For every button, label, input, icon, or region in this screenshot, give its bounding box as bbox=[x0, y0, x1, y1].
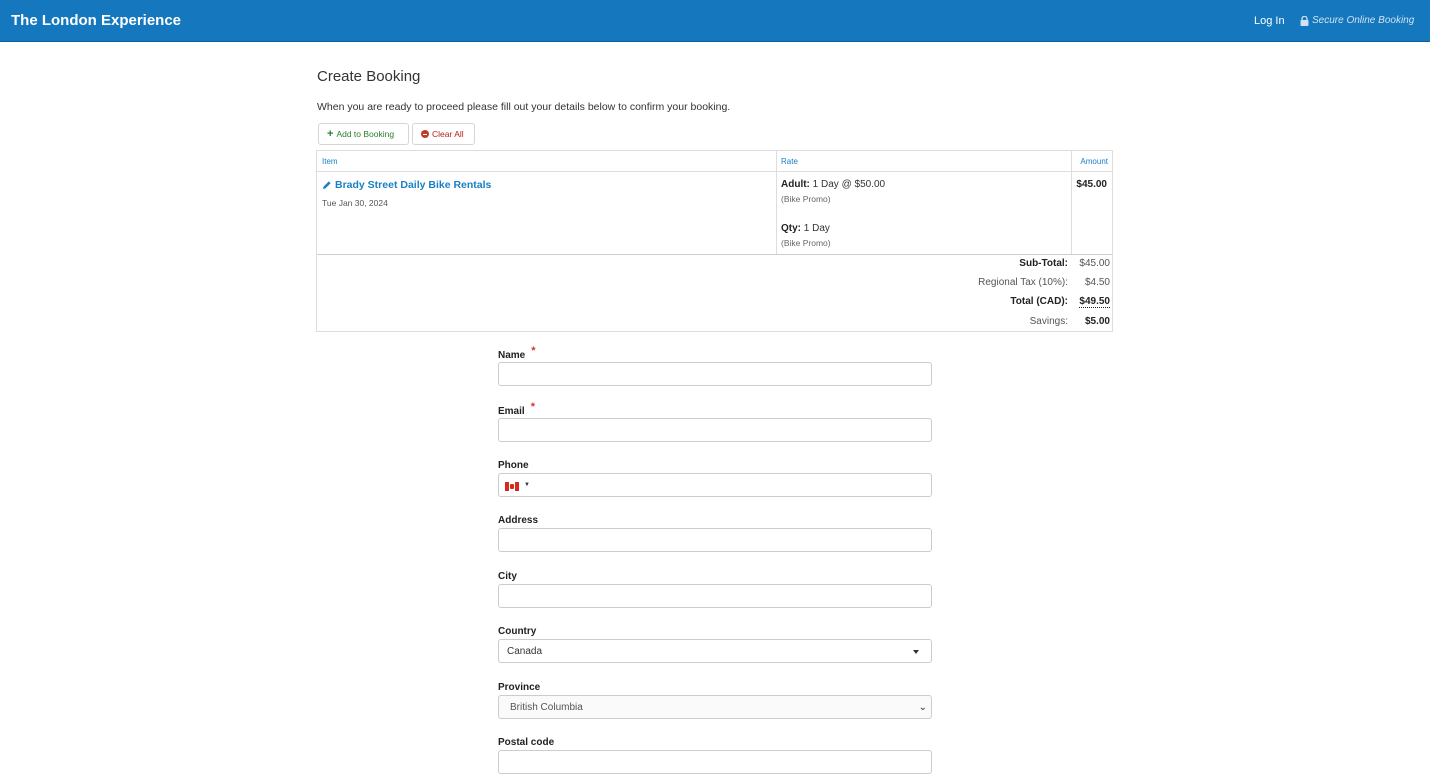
canada-flag-icon[interactable] bbox=[505, 482, 519, 491]
country-label: Country bbox=[498, 626, 537, 637]
minus-circle-icon bbox=[421, 130, 429, 138]
clear-all-button[interactable]: Clear All bbox=[412, 123, 475, 145]
rate-qty-note: (Bike Promo) bbox=[781, 238, 831, 248]
country-code-dropdown-icon[interactable]: ▼ bbox=[524, 482, 530, 488]
email-input[interactable] bbox=[498, 418, 932, 442]
rate-adult: Adult: 1 Day @ $50.00 bbox=[781, 179, 885, 190]
item-amount: $45.00 bbox=[1076, 179, 1107, 190]
phone-label: Phone bbox=[498, 460, 529, 471]
rate-qty-label: Qty: bbox=[781, 223, 801, 234]
country-select[interactable]: Canada bbox=[498, 639, 932, 663]
top-navbar: The London Experience Log In Secure Onli… bbox=[0, 0, 1430, 42]
savings-label: Savings: bbox=[1029, 316, 1068, 327]
province-selected-value: British Columbia bbox=[510, 702, 583, 713]
province-select[interactable]: British Columbia ⌄ bbox=[498, 695, 932, 719]
email-label-text: Email bbox=[498, 406, 525, 417]
total-amount: $49.50 bbox=[1079, 296, 1110, 308]
total-value: $49.50 bbox=[1079, 296, 1110, 308]
address-label: Address bbox=[498, 515, 539, 526]
name-label-text: Name bbox=[498, 350, 526, 361]
booking-table: Item Rate Amount Brady Street Daily Bike… bbox=[316, 150, 1113, 332]
rate-qty-value: 1 Day bbox=[803, 223, 830, 234]
brand-title[interactable]: The London Experience bbox=[11, 12, 181, 29]
booking-item-link[interactable]: Brady Street Daily Bike Rentals bbox=[322, 179, 491, 191]
column-header-item: Item bbox=[322, 157, 338, 166]
login-link[interactable]: Log In bbox=[1254, 15, 1285, 27]
city-label: City bbox=[498, 571, 517, 582]
savings-value: $5.00 bbox=[1084, 316, 1110, 327]
subtotal-label: Sub-Total: bbox=[1019, 258, 1068, 269]
pencil-icon bbox=[323, 181, 331, 189]
city-input[interactable] bbox=[498, 584, 932, 608]
caret-down-icon bbox=[913, 650, 919, 654]
column-divider bbox=[776, 151, 777, 254]
secure-booking-label: Secure Online Booking bbox=[1300, 15, 1414, 26]
rate-adult-note: (Bike Promo) bbox=[781, 194, 831, 204]
rate-adult-label: Adult: bbox=[781, 179, 810, 190]
column-header-rate: Rate bbox=[781, 157, 798, 166]
tax-label: Regional Tax (10%): bbox=[978, 277, 1068, 288]
required-marker: * bbox=[531, 345, 536, 357]
required-marker: * bbox=[530, 401, 535, 413]
tax-value: $4.50 bbox=[1084, 277, 1110, 288]
name-input[interactable] bbox=[498, 362, 932, 386]
address-input[interactable] bbox=[498, 528, 932, 552]
clear-all-label: Clear All bbox=[432, 129, 464, 139]
totals-divider bbox=[317, 254, 1112, 255]
column-divider bbox=[1071, 151, 1072, 254]
name-label: Name * bbox=[498, 345, 536, 361]
column-header-amount: Amount bbox=[1080, 157, 1108, 166]
plus-icon: + bbox=[327, 127, 334, 140]
postal-code-input[interactable] bbox=[498, 750, 932, 774]
total-label: Total (CAD): bbox=[1010, 296, 1068, 307]
chevron-down-icon: ⌄ bbox=[918, 702, 927, 713]
add-to-booking-label: Add to Booking bbox=[336, 129, 395, 139]
province-label: Province bbox=[498, 682, 541, 693]
page-title: Create Booking bbox=[317, 68, 421, 85]
table-header-row: Item Rate Amount bbox=[317, 151, 1112, 172]
lock-icon bbox=[1300, 15, 1309, 26]
phone-input[interactable]: ▼ bbox=[498, 473, 932, 497]
postal-code-label: Postal code bbox=[498, 737, 555, 748]
country-selected-value: Canada bbox=[507, 646, 543, 657]
booking-item-name: Brady Street Daily Bike Rentals bbox=[335, 179, 492, 191]
booking-item-date: Tue Jan 30, 2024 bbox=[322, 198, 388, 208]
add-to-booking-button[interactable]: + Add to Booking bbox=[318, 123, 409, 145]
rate-qty: Qty: 1 Day bbox=[781, 223, 830, 234]
intro-text: When you are ready to proceed please fil… bbox=[317, 101, 731, 113]
rate-adult-value: 1 Day @ $50.00 bbox=[812, 179, 886, 190]
email-label: Email * bbox=[498, 401, 535, 417]
subtotal-value: $45.00 bbox=[1079, 258, 1110, 269]
secure-booking-text: Secure Online Booking bbox=[1312, 15, 1415, 26]
